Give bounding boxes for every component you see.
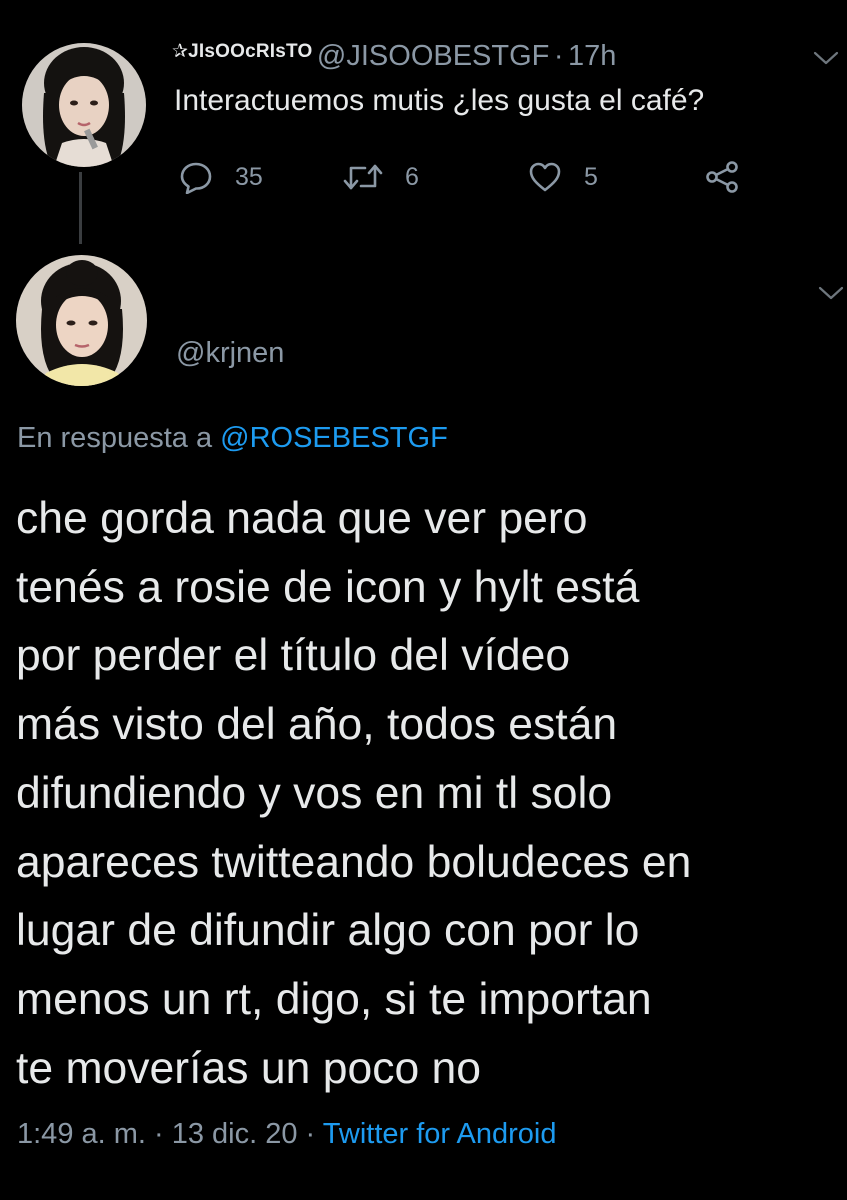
chevron-down-icon[interactable] <box>818 285 844 301</box>
chevron-down-icon[interactable] <box>813 50 839 66</box>
tweet-text-line: menos un rt, digo, si te importan <box>16 974 652 1024</box>
tweet-text: Interactuemos mutis ¿les gusta el café? <box>174 84 705 117</box>
share-icon <box>706 161 738 193</box>
tweet-text-line: che gorda nada que ver pero <box>16 494 588 543</box>
tweet-source-link[interactable]: Twitter for Android <box>323 1118 557 1150</box>
avatar-image <box>22 43 146 167</box>
tweet-text-line: más visto del año, todos están <box>16 700 618 750</box>
tweet-meta: 1:49 a. m. · 13 dic. 20 · Twitter for An… <box>17 1118 556 1151</box>
tweet-text: che gorda nada que ver pero tenés a rosi… <box>16 485 846 1103</box>
retweet-count: 6 <box>405 162 419 191</box>
reply-button[interactable]: 35 <box>179 155 263 199</box>
tweet-actions: 35 6 5 <box>0 155 847 199</box>
avatar[interactable] <box>16 255 147 386</box>
reply-to-mention-link[interactable]: @ROSEBESTGF <box>220 422 448 454</box>
user-handle[interactable]: @krjnen <box>176 337 284 370</box>
tweet-text-line: difundiendo y vos en mi tl solo <box>16 768 613 818</box>
tweet-text-line: por perder el título del vídeo <box>16 631 571 681</box>
tweet-time[interactable]: 17h <box>568 40 616 72</box>
tweet-text-line: tenés a rosie de icon y hylt está <box>16 562 640 612</box>
separator-dot: · <box>305 1118 316 1150</box>
reply-context: En respuesta a @ROSEBESTGF <box>17 422 448 455</box>
parent-tweet[interactable]: ✰JIsOOcRIsTO @JISOOBESTGF · 17h Interact… <box>0 0 847 250</box>
avatar-image <box>16 255 147 386</box>
avatar[interactable] <box>22 43 146 167</box>
tweet-text-line: apareces twitteando boludeces en <box>16 837 692 887</box>
share-button[interactable] <box>703 155 743 199</box>
display-name[interactable]: ✰JIsOOcRIsTO <box>172 41 312 62</box>
retweet-button[interactable]: 6 <box>343 155 419 199</box>
reply-to-label: En respuesta a <box>17 422 213 454</box>
separator-dot: · <box>553 40 564 72</box>
heart-icon <box>529 162 561 192</box>
retweet-icon <box>343 164 383 190</box>
tweet-text-line: te moverías un poco no <box>16 1043 482 1093</box>
like-count: 5 <box>584 162 598 191</box>
reply-count: 35 <box>235 162 263 191</box>
tweet-timestamp[interactable]: 1:49 a. m. · 13 dic. 20 <box>17 1118 297 1150</box>
like-button[interactable]: 5 <box>528 155 598 199</box>
user-handle[interactable]: @JISOOBESTGF <box>317 40 549 72</box>
tweet-header: ✰JIsOOcRIsTO @JISOOBESTGF · 17h <box>172 40 616 73</box>
tweet-text-line: lugar de difundir algo con por lo <box>16 906 640 956</box>
reply-icon <box>180 162 212 194</box>
